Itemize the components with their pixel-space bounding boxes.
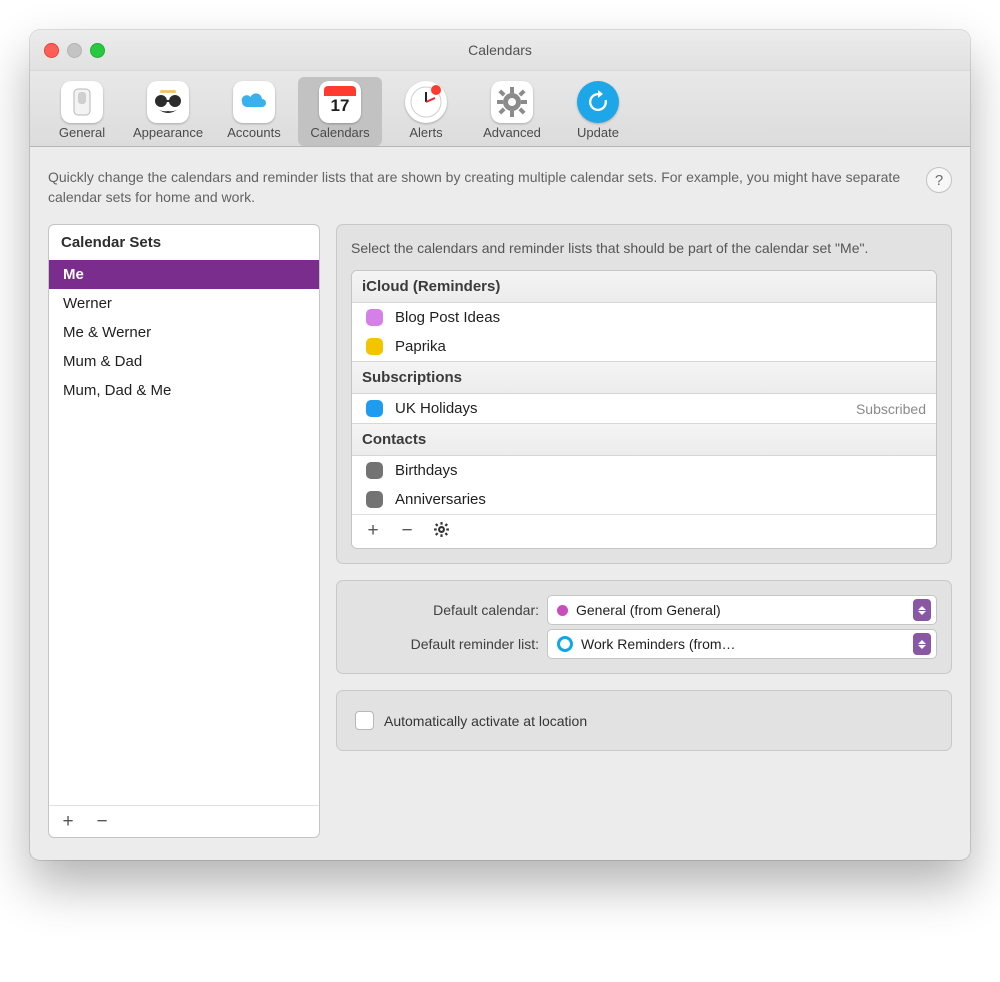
add-calendar-button[interactable]: +	[362, 521, 384, 542]
preferences-window: Calendars General Appearance	[30, 30, 970, 860]
tab-label: Appearance	[133, 125, 203, 140]
set-item[interactable]: Mum, Dad & Me	[49, 376, 319, 405]
tab-label: General	[59, 125, 105, 140]
tab-advanced[interactable]: Advanced	[470, 77, 554, 146]
list-item[interactable]: Birthdays	[352, 456, 936, 485]
defaults-panel: Default calendar: General (from General)…	[336, 580, 952, 674]
titlebar: Calendars	[30, 30, 970, 71]
color-ring	[557, 636, 573, 652]
set-detail-column: Select the calendars and reminder lists …	[336, 224, 952, 752]
calendar-sets-panel: Calendar Sets Me Werner Me & Werner Mum …	[48, 224, 320, 838]
list-item-label: Blog Post Ideas	[395, 309, 926, 326]
default-calendar-label: Default calendar:	[351, 602, 539, 618]
list-item-label: UK Holidays	[395, 400, 844, 417]
color-swatch	[366, 309, 383, 326]
list-item[interactable]: Blog Post Ideas	[352, 303, 936, 332]
accounts-icon	[233, 81, 275, 123]
remove-set-button[interactable]: −	[91, 812, 113, 831]
detail-intro: Select the calendars and reminder lists …	[351, 239, 937, 259]
list-item-label: Paprika	[395, 338, 926, 355]
sets-header: Calendar Sets	[49, 225, 319, 260]
list-item[interactable]: Paprika	[352, 332, 936, 361]
section-header: Subscriptions	[352, 361, 936, 394]
color-dot	[557, 605, 568, 616]
default-reminder-select[interactable]: Work Reminders (from…	[547, 629, 937, 659]
default-calendar-select[interactable]: General (from General)	[547, 595, 937, 625]
general-icon	[61, 81, 103, 123]
sets-footer: + −	[49, 805, 319, 837]
checkbox-unchecked[interactable]	[355, 711, 374, 730]
remove-calendar-button[interactable]: −	[396, 521, 418, 542]
appearance-icon	[147, 81, 189, 123]
sets-list: Me Werner Me & Werner Mum & Dad Mum, Dad…	[49, 260, 319, 805]
add-set-button[interactable]: +	[57, 812, 79, 831]
gear-icon	[491, 81, 533, 123]
tab-general[interactable]: General	[40, 77, 124, 146]
location-label: Automatically activate at location	[384, 713, 587, 729]
content-area: Quickly change the calendars and reminde…	[30, 147, 970, 860]
gear-icon	[433, 521, 450, 538]
tab-label: Alerts	[409, 125, 442, 140]
update-icon	[577, 81, 619, 123]
tab-label: Calendars	[310, 125, 369, 140]
color-swatch	[366, 491, 383, 508]
calendar-selection-panel: Select the calendars and reminder lists …	[336, 224, 952, 565]
window-title: Calendars	[30, 42, 970, 58]
location-checkbox-row[interactable]: Automatically activate at location	[351, 705, 937, 736]
chevron-updown-icon	[913, 599, 931, 621]
preferences-toolbar: General Appearance Accounts 17	[30, 71, 970, 147]
calendar-icon: 17	[319, 81, 361, 123]
subscribed-tag: Subscribed	[856, 401, 926, 417]
intro-text: Quickly change the calendars and reminde…	[48, 167, 910, 208]
tab-label: Accounts	[227, 125, 280, 140]
section-header: Contacts	[352, 423, 936, 456]
list-item[interactable]: Anniversaries	[352, 485, 936, 514]
alerts-icon	[405, 81, 447, 123]
list-item[interactable]: UK Holidays Subscribed	[352, 394, 936, 423]
tab-update[interactable]: Update	[556, 77, 640, 146]
list-item-label: Anniversaries	[395, 491, 926, 508]
default-reminder-label: Default reminder list:	[351, 636, 539, 652]
tab-calendars[interactable]: 17 Calendars	[298, 77, 382, 146]
select-value: General (from General)	[576, 602, 905, 618]
set-item[interactable]: Werner	[49, 289, 319, 318]
help-button[interactable]: ?	[926, 167, 952, 193]
section-header: iCloud (Reminders)	[352, 271, 936, 303]
color-swatch	[366, 400, 383, 417]
location-panel: Automatically activate at location	[336, 690, 952, 751]
chevron-updown-icon	[913, 633, 931, 655]
set-item[interactable]: Me & Werner	[49, 318, 319, 347]
set-item[interactable]: Mum & Dad	[49, 347, 319, 376]
tab-appearance[interactable]: Appearance	[126, 77, 210, 146]
tab-alerts[interactable]: Alerts	[384, 77, 468, 146]
tab-label: Update	[577, 125, 619, 140]
color-swatch	[366, 338, 383, 355]
calendar-settings-button[interactable]	[430, 521, 452, 542]
tab-label: Advanced	[483, 125, 541, 140]
calendar-list: iCloud (Reminders) Blog Post Ideas Papri…	[351, 270, 937, 549]
list-item-label: Birthdays	[395, 462, 926, 479]
set-item-me[interactable]: Me	[49, 260, 319, 289]
calendar-list-footer: + −	[352, 514, 936, 548]
tab-accounts[interactable]: Accounts	[212, 77, 296, 146]
select-value: Work Reminders (from…	[581, 636, 905, 652]
color-swatch	[366, 462, 383, 479]
